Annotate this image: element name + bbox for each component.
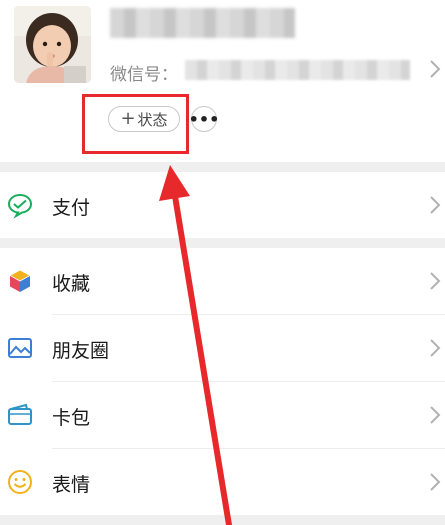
- ellipsis-icon: •••: [188, 109, 220, 129]
- chevron-right-icon: [430, 272, 441, 290]
- chevron-right-icon: [430, 473, 441, 491]
- avatar[interactable]: [14, 6, 91, 83]
- wechat-id-label: 微信号：: [110, 65, 178, 85]
- chevron-right-icon[interactable]: [428, 58, 442, 80]
- menu-item-label: 表情: [52, 474, 91, 496]
- chevron-right-icon: [430, 339, 441, 357]
- card-wallet-icon: [8, 403, 32, 425]
- menu-item-pay[interactable]: 支付: [0, 172, 445, 238]
- pay-icon: [7, 193, 33, 219]
- menu-item-label: 支付: [52, 197, 91, 219]
- chevron-right-icon: [430, 406, 441, 424]
- menu-item-stickers[interactable]: 表情: [0, 449, 445, 515]
- annotation-highlight-box: [82, 94, 189, 154]
- profile-header[interactable]: 微信号： + 状态 •••: [0, 0, 445, 162]
- section-separator: [0, 238, 445, 248]
- chevron-right-icon: [430, 196, 441, 214]
- menu-item-cards[interactable]: 卡包: [0, 382, 445, 448]
- menu-item-favorites[interactable]: 收藏: [0, 248, 445, 314]
- menu-item-label: 朋友圈: [52, 340, 110, 362]
- favorites-cube-icon: [9, 269, 31, 292]
- nickname-redacted: [110, 8, 295, 38]
- menu-item-label: 卡包: [52, 407, 91, 429]
- menu-item-moments[interactable]: 朋友圈: [0, 315, 445, 381]
- menu-item-label: 收藏: [52, 273, 91, 295]
- wechat-id-redacted: [185, 60, 410, 80]
- section-separator: [0, 515, 445, 525]
- section-separator: [0, 162, 445, 172]
- moments-picture-icon: [8, 338, 32, 358]
- smiley-face-icon: [8, 470, 32, 494]
- more-options-button[interactable]: •••: [188, 106, 220, 132]
